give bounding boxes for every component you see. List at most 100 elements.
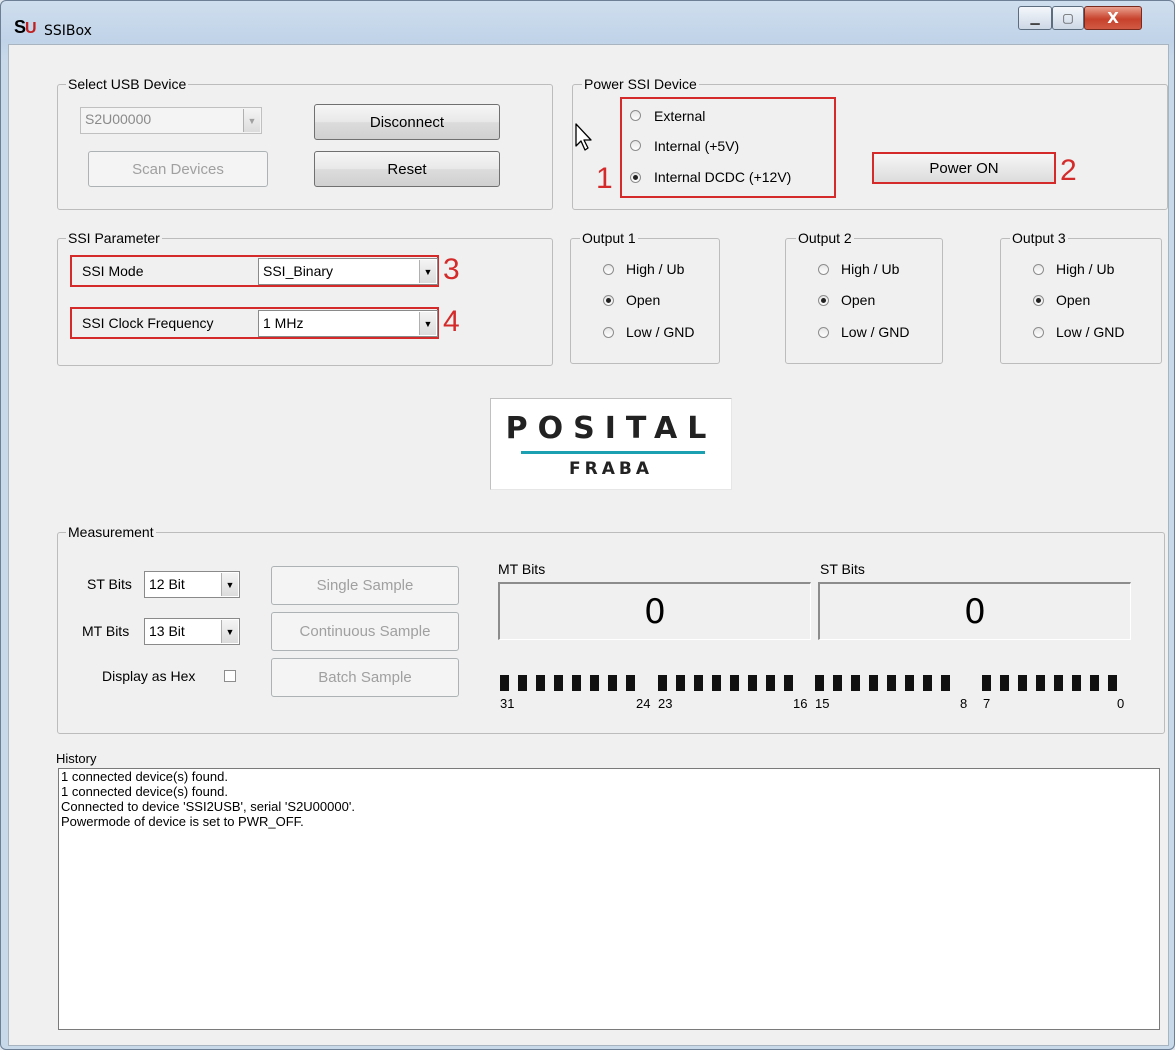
radio-output-1-open[interactable]	[603, 295, 614, 306]
radio-output-3-high[interactable]	[1033, 264, 1044, 275]
title-bar[interactable]: SU SSIBox ▁ ▢ X	[0, 0, 1175, 40]
bit-indicator-14	[833, 675, 842, 691]
hex-checkbox[interactable]	[224, 670, 236, 682]
usb-legend: Select USB Device	[66, 76, 189, 92]
annotation-marker-3: 3	[443, 253, 460, 286]
radio-output-1-high[interactable]	[603, 264, 614, 275]
power-option-external[interactable]: External	[630, 108, 830, 128]
bit-indicator-10	[905, 675, 914, 691]
reset-button[interactable]: Reset	[314, 151, 500, 187]
ssi-clock-select[interactable]: 1 MHz ▼	[258, 310, 438, 337]
chevron-down-icon: ▼	[419, 312, 436, 335]
bit-indicator-1	[1090, 675, 1099, 691]
st-display-label: ST Bits	[820, 561, 865, 577]
ssi-mode-select[interactable]: SSI_Binary ▼	[258, 258, 438, 285]
bit-indicator-16	[784, 675, 793, 691]
logo-underline	[521, 451, 705, 454]
output-3-low[interactable]: Low / GND	[1033, 324, 1153, 344]
disconnect-button[interactable]: Disconnect	[314, 104, 500, 140]
bit-indicator-31	[500, 675, 509, 691]
power-option-internal-dcdc[interactable]: Internal DCDC (+12V)	[630, 169, 830, 189]
close-button[interactable]: X	[1084, 6, 1142, 30]
bit-indicator-2	[1072, 675, 1081, 691]
output-2-low[interactable]: Low / GND	[818, 324, 933, 344]
device-select[interactable]: S2U00000 ▼	[80, 107, 262, 134]
st-value-display: 0	[818, 582, 1131, 640]
mt-display-label: MT Bits	[498, 561, 546, 577]
st-bits-value: 12 Bit	[149, 576, 185, 592]
ssi-clock-value: 1 MHz	[263, 315, 304, 331]
radio-output-3-low[interactable]	[1033, 327, 1044, 338]
minimize-button[interactable]: ▁	[1018, 6, 1052, 30]
power-on-button[interactable]: Power ON	[872, 152, 1056, 184]
power-option-label: Internal (+5V)	[654, 138, 740, 154]
device-select-value: S2U00000	[85, 111, 152, 127]
history-label: History	[56, 751, 97, 766]
radio-external[interactable]	[630, 110, 641, 121]
app-icon-u: U	[25, 20, 37, 37]
output-2-legend: Output 2	[796, 230, 854, 246]
output-1-open[interactable]: Open	[603, 292, 713, 312]
continuous-sample-button[interactable]: Continuous Sample	[271, 612, 459, 651]
chevron-down-icon: ▼	[221, 573, 238, 596]
bit-indicator-21	[694, 675, 703, 691]
radio-output-2-high[interactable]	[818, 264, 829, 275]
history-log[interactable]: 1 connected device(s) found. 1 connected…	[58, 768, 1160, 1030]
scan-devices-button[interactable]: Scan Devices	[88, 151, 268, 187]
output-2-high[interactable]: High / Ub	[818, 261, 933, 281]
bit-indicator-8	[941, 675, 950, 691]
bit-indicator-9	[923, 675, 932, 691]
bit-indicator-7	[982, 675, 991, 691]
output-1-high[interactable]: High / Ub	[603, 261, 713, 281]
posital-logo: POSITAL FRABA	[490, 398, 732, 490]
output-2-open[interactable]: Open	[818, 292, 933, 312]
bit-indicator-22	[676, 675, 685, 691]
bit-indicator-3	[1054, 675, 1063, 691]
maximize-button[interactable]: ▢	[1052, 6, 1084, 30]
st-bits-select[interactable]: 12 Bit ▼	[144, 571, 240, 598]
bit-label-15: 15	[815, 696, 830, 711]
mt-bits-select[interactable]: 13 Bit ▼	[144, 618, 240, 645]
bit-label-31: 31	[500, 696, 515, 711]
radio-output-2-open[interactable]	[818, 295, 829, 306]
single-sample-button[interactable]: Single Sample	[271, 566, 459, 605]
ssi-mode-label: SSI Mode	[82, 263, 144, 279]
power-option-internal-5v[interactable]: Internal (+5V)	[630, 138, 830, 158]
output-3-high[interactable]: High / Ub	[1033, 261, 1153, 281]
bit-indicator-13	[851, 675, 860, 691]
power-option-label: Internal DCDC (+12V)	[654, 169, 792, 185]
bit-indicator-strip	[500, 675, 1132, 691]
history-line: 1 connected device(s) found.	[61, 769, 228, 784]
power-legend: Power SSI Device	[582, 76, 699, 92]
radio-internal-5v[interactable]	[630, 140, 641, 151]
radio-internal-dcdc[interactable]	[630, 172, 641, 183]
output-option-label: Open	[1056, 292, 1091, 308]
logo-brand: POSITAL	[505, 411, 717, 446]
app-icon-s: S	[14, 17, 26, 37]
bit-indicator-25	[608, 675, 617, 691]
bit-indicator-18	[748, 675, 757, 691]
mouse-cursor-icon	[575, 123, 592, 151]
batch-sample-button[interactable]: Batch Sample	[271, 658, 459, 697]
output-option-label: Low / GND	[626, 324, 695, 340]
history-line: Connected to device 'SSI2USB', serial 'S…	[61, 799, 355, 814]
bit-label-23: 23	[658, 696, 673, 711]
radio-output-3-open[interactable]	[1033, 295, 1044, 306]
history-line: 1 connected device(s) found.	[61, 784, 228, 799]
bit-indicator-5	[1018, 675, 1027, 691]
output-3-open[interactable]: Open	[1033, 292, 1153, 312]
close-icon: X	[1107, 9, 1119, 27]
bit-label-7: 7	[983, 696, 991, 711]
bit-indicator-17	[766, 675, 775, 691]
output-1-low[interactable]: Low / GND	[603, 324, 713, 344]
radio-output-2-low[interactable]	[818, 327, 829, 338]
output-option-label: Low / GND	[841, 324, 910, 340]
bit-label-16: 16	[793, 696, 808, 711]
output-3-legend: Output 3	[1010, 230, 1068, 246]
logo-sub: FRABA	[569, 459, 653, 479]
window-title: SSIBox	[44, 23, 92, 39]
bit-label-8: 8	[960, 696, 968, 711]
power-option-label: External	[654, 108, 706, 124]
radio-output-1-low[interactable]	[603, 327, 614, 338]
mt-bits-value: 13 Bit	[149, 623, 185, 639]
